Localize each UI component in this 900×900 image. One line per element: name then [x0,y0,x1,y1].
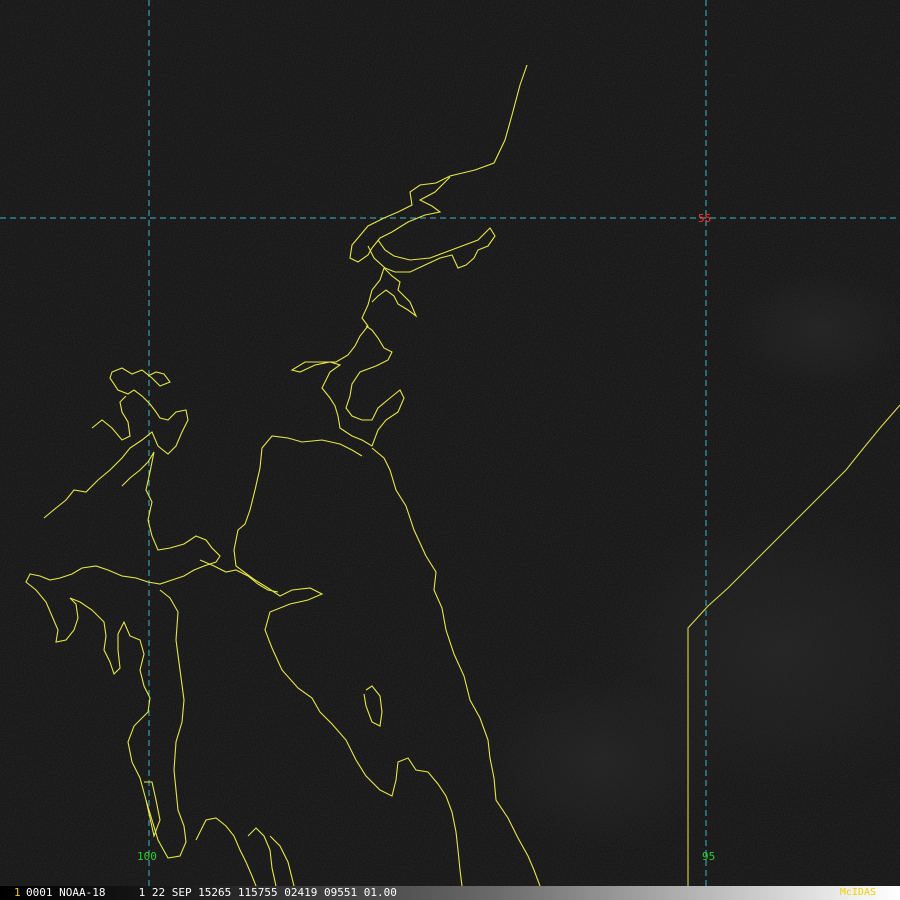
satellite-image-viewer: 55 100 95 1 0001 NOAA-18 1 22 SEP 15265 … [0,0,900,900]
status-bar: 1 0001 NOAA-18 1 22 SEP 15265 115755 024… [0,886,900,900]
longitude-label-100: 100 [137,850,157,863]
cloud-region-south [480,670,720,850]
longitude-label-95: 95 [702,850,715,863]
mcidas-brand-label: McIDAS [839,887,876,898]
frame-index: 1 [14,886,21,899]
latitude-label-55: 55 [698,212,711,225]
image-metadata-text: 0001 NOAA-18 1 22 SEP 15265 115755 02419… [26,886,397,899]
satellite-map: 55 100 95 [0,0,900,886]
